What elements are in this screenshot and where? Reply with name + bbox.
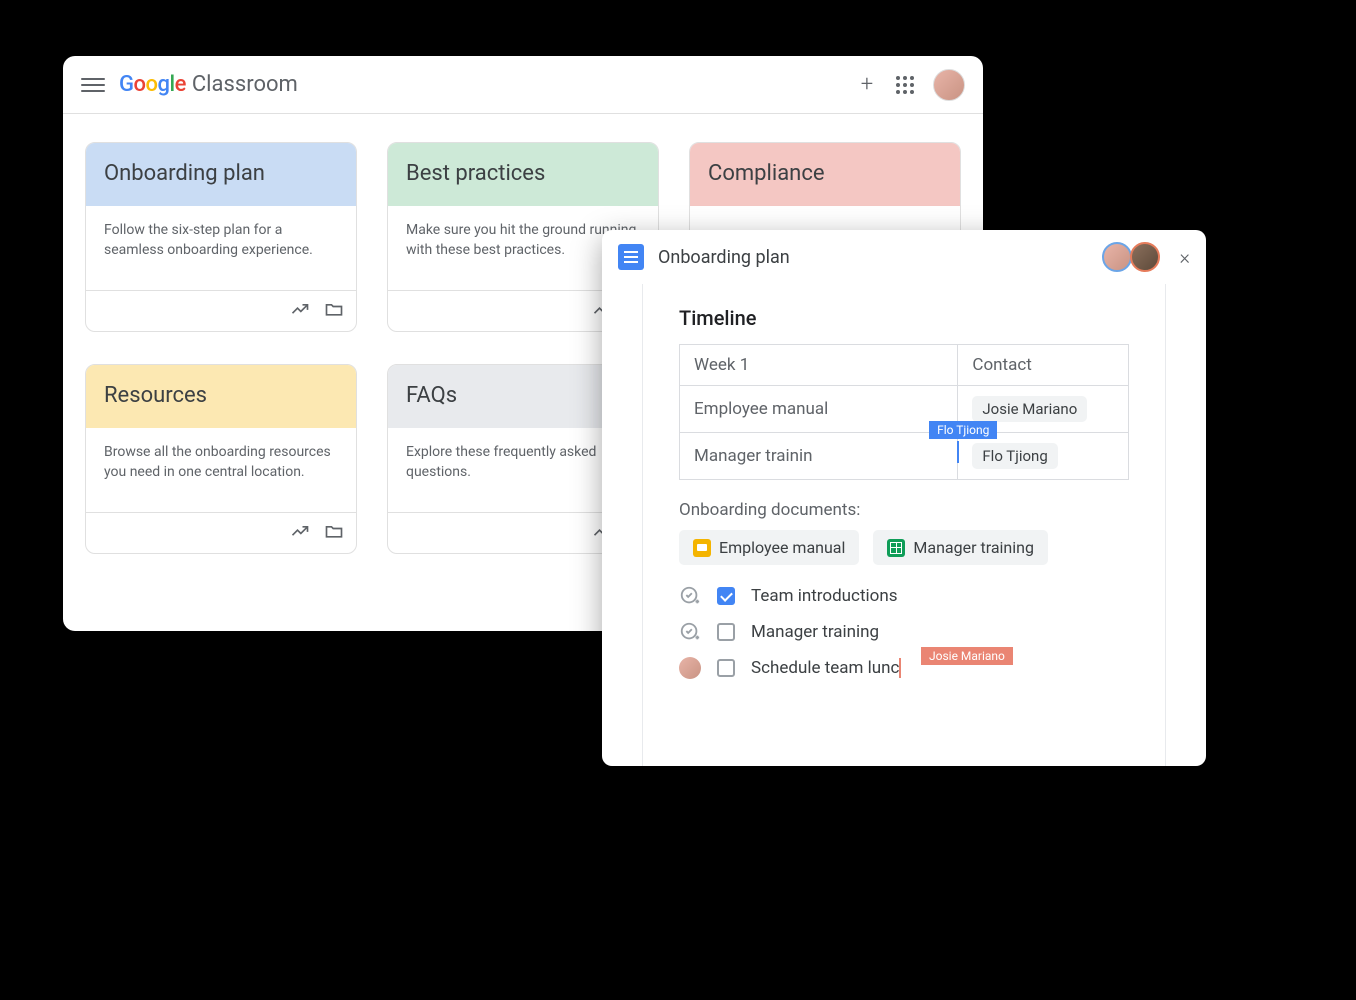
task-label[interactable]: Team introductions	[751, 586, 898, 606]
class-card-desc: Follow the six-step plan for a seamless …	[86, 206, 356, 290]
trending-icon[interactable]	[290, 521, 310, 545]
task-row: Manager training	[679, 621, 1129, 643]
collaborator-avatar-2[interactable]	[1130, 242, 1160, 272]
class-card[interactable]: Onboarding planFollow the six-step plan …	[85, 142, 357, 332]
task-checkbox[interactable]	[717, 659, 735, 677]
docs-header: Onboarding plan ×	[602, 230, 1206, 284]
class-card-title[interactable]: Compliance	[690, 143, 960, 206]
section-heading: Timeline	[679, 306, 1129, 330]
class-card-desc: Browse all the onboarding resources you …	[86, 428, 356, 512]
table-cell[interactable]: Employee manual	[680, 386, 958, 433]
docs-logo-icon	[618, 244, 644, 270]
document-pill[interactable]: Employee manual	[679, 530, 859, 565]
task-label[interactable]: Schedule team lunc	[751, 658, 901, 679]
folder-icon[interactable]	[324, 521, 344, 545]
contact-chip[interactable]: Josie Mariano	[972, 396, 1087, 422]
collab-flag: Josie Mariano	[921, 647, 1013, 665]
task-list: Team introductions Manager training Schedu…	[679, 585, 1129, 679]
pill-label: Employee manual	[719, 538, 845, 557]
task-row: Schedule team luncJosie Mariano	[679, 657, 1129, 679]
create-class-icon[interactable]: +	[857, 75, 877, 95]
task-label[interactable]: Manager training	[751, 622, 879, 642]
slides-icon	[693, 539, 711, 557]
close-icon[interactable]: ×	[1180, 245, 1190, 269]
class-card-title[interactable]: Resources	[86, 365, 356, 428]
class-card-title[interactable]: Best practices	[388, 143, 658, 206]
pill-label: Manager training	[913, 538, 1034, 557]
add-task-icon[interactable]	[679, 585, 701, 607]
sheets-icon	[887, 539, 905, 557]
table-header-cell[interactable]: Week 1	[680, 345, 958, 386]
task-checkbox[interactable]	[717, 587, 735, 605]
timeline-table: Week 1 Contact Employee manual Josie Mar…	[679, 344, 1129, 480]
assignee-avatar[interactable]	[679, 657, 701, 679]
docs-window: Onboarding plan × Timeline Week 1 Contac…	[602, 230, 1206, 766]
class-card-footer	[86, 512, 356, 553]
add-task-icon[interactable]	[679, 621, 701, 643]
document-pill[interactable]: Manager training	[873, 530, 1048, 565]
class-card-footer	[86, 290, 356, 331]
table-cell[interactable]: Flo Tjiong	[958, 433, 1129, 480]
folder-icon[interactable]	[324, 299, 344, 323]
collab-cursor-red	[899, 658, 901, 678]
contact-chip[interactable]: Flo Tjiong	[972, 443, 1057, 469]
class-card-title[interactable]: Onboarding plan	[86, 143, 356, 206]
table-cell[interactable]: Manager trainin Flo Tjiong	[680, 433, 958, 480]
google-logo: Google	[119, 72, 186, 97]
task-checkbox[interactable]	[717, 623, 735, 641]
apps-grid-icon[interactable]	[895, 75, 915, 95]
trending-icon[interactable]	[290, 299, 310, 323]
docs-title: Onboarding plan	[658, 247, 790, 268]
menu-icon[interactable]	[81, 73, 105, 97]
collaborator-avatar-1[interactable]	[1102, 242, 1132, 272]
docs-page: Timeline Week 1 Contact Employee manual …	[642, 284, 1166, 766]
classroom-header: Google Classroom +	[63, 56, 983, 114]
task-row: Team introductions	[679, 585, 1129, 607]
document-pills: Employee manual Manager training	[679, 530, 1129, 565]
subheading: Onboarding documents:	[679, 500, 1129, 520]
table-header-cell[interactable]: Contact	[958, 345, 1129, 386]
account-avatar[interactable]	[933, 69, 965, 101]
app-name: Classroom	[192, 72, 298, 97]
class-card[interactable]: ResourcesBrowse all the onboarding resou…	[85, 364, 357, 554]
